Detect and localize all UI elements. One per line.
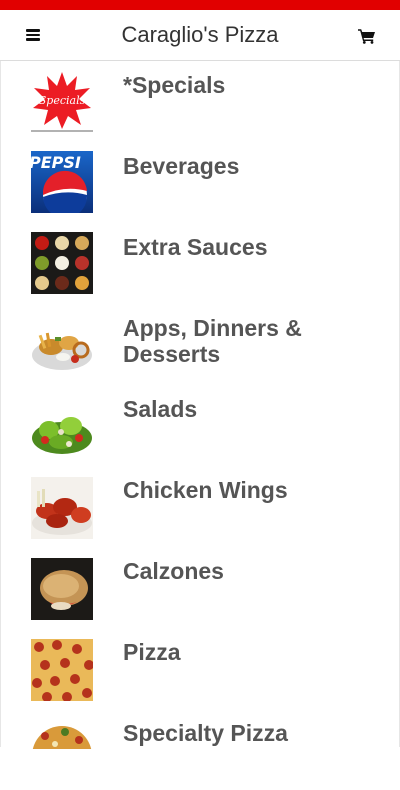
category-label: Extra Sauces <box>123 234 268 260</box>
pepsi-logo-image: PEPSI <box>31 151 93 213</box>
chicken-wings-image <box>31 477 93 539</box>
shopping-cart-icon[interactable] <box>358 28 376 44</box>
category-label: Calzones <box>123 558 224 584</box>
category-label: Salads <box>123 396 198 422</box>
list-item[interactable]: Salads <box>0 385 400 466</box>
list-item[interactable]: PEPSI Beverages <box>0 142 400 223</box>
category-label: Pizza <box>123 639 181 665</box>
specials-starburst-image: Specials <box>31 70 93 132</box>
pepperoni-pizza-image <box>31 639 93 701</box>
list-item[interactable]: Specialty Pizza <box>0 709 400 790</box>
list-item[interactable]: Specials *Specials <box>0 61 400 142</box>
sauce-cups-image <box>31 232 93 294</box>
appetizer-platter-image <box>31 315 93 377</box>
list-item[interactable]: Calzones <box>0 547 400 628</box>
category-label: Chicken Wings <box>123 477 288 503</box>
calzone-image <box>31 558 93 620</box>
pepsi-thumb-text: PEPSI <box>31 153 81 172</box>
category-label: Beverages <box>123 153 240 179</box>
category-label: Specialty Pizza <box>123 720 288 746</box>
specials-thumb-text: Specials <box>39 94 86 107</box>
list-item[interactable]: Extra Sauces <box>0 223 400 304</box>
list-item[interactable]: Pizza <box>0 628 400 709</box>
salad-image <box>31 396 93 458</box>
category-label: Apps, Dinners & Desserts <box>123 315 302 367</box>
header-bar: Caraglio's Pizza <box>0 10 400 61</box>
list-item[interactable]: Chicken Wings <box>0 466 400 547</box>
list-item[interactable]: Apps, Dinners & Desserts <box>0 304 400 385</box>
top-accent-bar <box>0 0 400 10</box>
specialty-pizza-image <box>31 720 93 749</box>
category-label: *Specials <box>123 72 226 98</box>
page-title: Caraglio's Pizza <box>121 22 279 47</box>
